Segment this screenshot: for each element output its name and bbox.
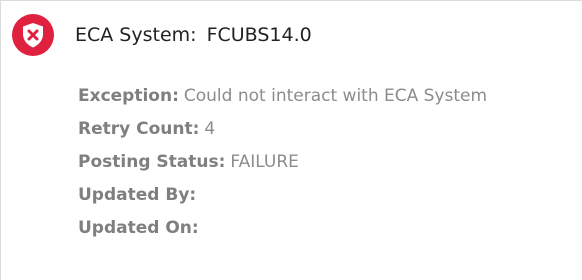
panel-header: ECA System: FCUBS14.0 — [11, 13, 312, 57]
updated-by-label: Updated By: — [78, 185, 197, 205]
updated-on-label: Updated On: — [78, 218, 199, 238]
posting-status-label: Posting Status: — [78, 152, 226, 172]
retry-count-value: 4 — [204, 119, 216, 139]
details-list: Exception: Could not interact with ECA Sy… — [78, 80, 487, 245]
system-label: ECA System: — [75, 24, 197, 46]
updated-on-row: Updated On: — [78, 212, 487, 245]
exception-row: Exception: Could not interact with ECA Sy… — [78, 80, 487, 113]
system-value: FCUBS14.0 — [206, 24, 312, 46]
updated-by-row: Updated By: — [78, 179, 487, 212]
error-x-icon — [11, 13, 55, 57]
retry-count-row: Retry Count: 4 — [78, 113, 487, 146]
retry-count-label: Retry Count: — [78, 119, 200, 139]
posting-status-row: Posting Status: FAILURE — [78, 146, 487, 179]
exception-value: Could not interact with ECA System — [183, 86, 488, 106]
posting-status-value: FAILURE — [230, 152, 299, 172]
eca-status-panel: ECA System: FCUBS14.0 Exception: Could not… — [0, 0, 582, 280]
system-title: ECA System: FCUBS14.0 — [75, 24, 312, 46]
exception-label: Exception: — [78, 86, 179, 106]
